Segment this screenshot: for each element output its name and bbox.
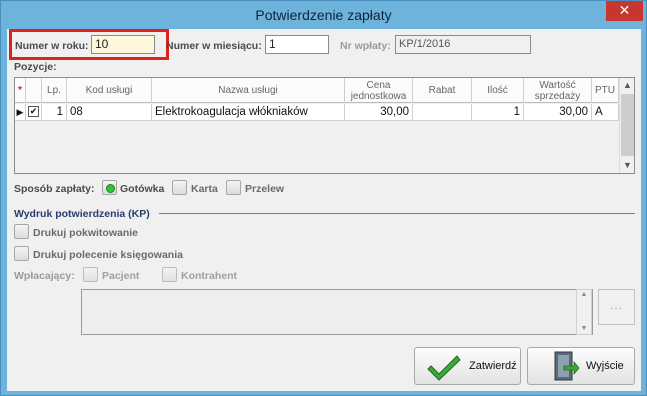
payer-text-area[interactable] [81, 289, 593, 335]
year-number-label: Numer w roku: [15, 40, 89, 52]
scroll-thumb[interactable] [621, 94, 634, 156]
window-title: Potwierdzenie zapłaty [255, 7, 392, 23]
memo-scrollbar[interactable]: ▲ ▼ [576, 289, 592, 335]
payer-contractor-checkbox[interactable] [162, 267, 177, 282]
row-check-icon: ✔ [28, 106, 39, 117]
print-order-checkbox[interactable] [14, 246, 29, 261]
col-quantity[interactable]: Ilość [472, 78, 524, 103]
print-receipt-checkbox[interactable] [14, 224, 29, 239]
col-service-code[interactable]: Kod usługi [67, 78, 152, 103]
section-divider [159, 213, 635, 214]
payer-contractor-label[interactable]: Kontrahent [181, 270, 237, 282]
memo-scroll-down-icon[interactable]: ▼ [577, 324, 591, 334]
payer-label: Wpłacający: [14, 270, 75, 282]
confirm-label: Zatwierdź [469, 360, 517, 372]
year-number-input[interactable]: 10 [91, 35, 155, 54]
payment-number-field: KP/1/2016 [395, 35, 531, 54]
scroll-down-icon[interactable]: ▼ [620, 158, 634, 173]
print-section-title: Wydruk potwierdzenia (KP) [14, 208, 150, 220]
payer-patient-checkbox[interactable] [83, 267, 98, 282]
transfer-radio[interactable] [226, 180, 241, 195]
cash-radio[interactable] [102, 180, 117, 195]
exit-label: Wyjście [586, 360, 624, 372]
cell-discount[interactable] [413, 104, 472, 121]
table-scrollbar[interactable]: ▲ ▼ [619, 78, 634, 173]
row-pointer-icon: ▶ [15, 104, 26, 121]
payment-number-label: Nr wpłaty: [340, 40, 391, 52]
memo-scroll-up-icon[interactable]: ▲ [577, 290, 591, 300]
close-button[interactable]: ✕ [606, 1, 643, 21]
payment-confirmation-window: Potwierdzenie zapłaty ✕ Numer w roku: 10… [0, 0, 647, 396]
table-header: * Lp. Kod usługi Nazwa usługi Cena jedno… [15, 78, 619, 103]
exit-door-icon [554, 351, 580, 381]
print-receipt-label[interactable]: Drukuj pokwitowanie [33, 227, 138, 239]
confirm-button[interactable]: Zatwierdź [414, 347, 521, 385]
dialog-body: Numer w roku: 10 Numer w miesiącu: 1 Nr … [7, 29, 641, 391]
col-ptu[interactable]: PTU [592, 78, 619, 103]
exit-button[interactable]: Wyjście [527, 347, 635, 385]
col-unit-price[interactable]: Cena jednostkowa [345, 78, 413, 103]
cell-quantity[interactable]: 1 [472, 104, 524, 121]
col-sale-value[interactable]: Wartość sprzedaży [524, 78, 592, 103]
card-radio[interactable] [172, 180, 187, 195]
cell-lp: 1 [42, 104, 67, 121]
cell-ptu[interactable]: A [592, 104, 619, 121]
positions-label: Pozycje: [14, 61, 57, 73]
payment-method-label: Sposób zapłaty: [14, 183, 95, 195]
col-lp[interactable]: Lp. [42, 78, 67, 103]
col-discount[interactable]: Rabat [413, 78, 472, 103]
browse-button[interactable]: ... [598, 289, 635, 325]
row-checkbox[interactable]: ✔ [26, 104, 42, 121]
col-service-name[interactable]: Nazwa usługi [152, 78, 345, 103]
col-new-marker: * [15, 78, 26, 103]
month-number-input[interactable]: 1 [265, 35, 329, 54]
scroll-up-icon[interactable]: ▲ [620, 78, 634, 93]
col-check [26, 78, 42, 103]
month-number-label: Numer w miesiącu: [166, 40, 262, 52]
card-label[interactable]: Karta [191, 183, 218, 195]
cash-label[interactable]: Gotówka [120, 183, 164, 195]
cell-unit-price[interactable]: 30,00 [345, 104, 413, 121]
cell-sale-value[interactable]: 30,00 [524, 104, 592, 121]
cell-service-code[interactable]: 08 [67, 104, 152, 121]
positions-table: * Lp. Kod usługi Nazwa usługi Cena jedno… [14, 77, 635, 174]
print-order-label[interactable]: Drukuj polecenie księgowania [33, 249, 183, 261]
payer-patient-label[interactable]: Pacjent [102, 270, 139, 282]
title-bar: Potwierdzenie zapłaty ✕ [1, 1, 646, 29]
transfer-label[interactable]: Przelew [245, 183, 284, 195]
cell-service-name[interactable]: Elektrokoagulacja włókniaków [152, 104, 345, 121]
table-row[interactable]: ▶ ✔ 1 08 Elektrokoagulacja włókniaków 30… [15, 104, 619, 121]
checkmark-icon [427, 355, 461, 381]
